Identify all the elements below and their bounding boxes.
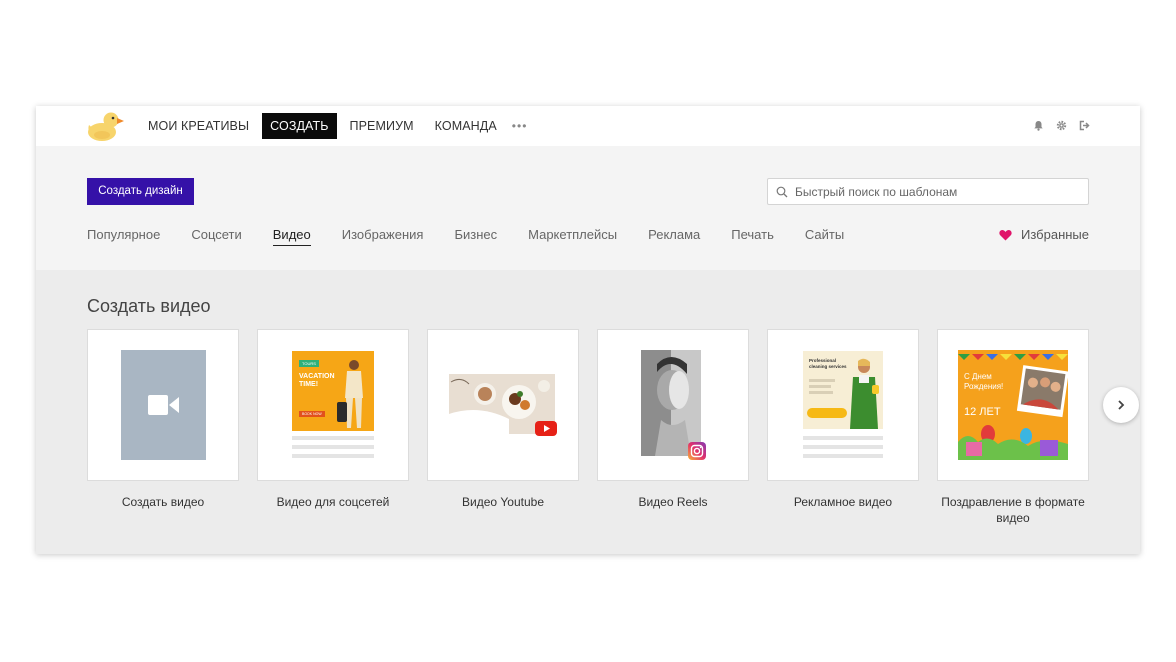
card-reels-video[interactable]: Видео Reels <box>597 329 749 510</box>
tab-print[interactable]: Печать <box>731 226 774 246</box>
create-design-button[interactable]: Создать дизайн <box>87 178 194 205</box>
category-tabs: Популярное Соцсети Видео Изображения Биз… <box>87 226 875 246</box>
preview-title-line1: С Днем <box>964 372 992 381</box>
nav-my-creatives[interactable]: МОИ КРЕАТИВЫ <box>140 113 257 139</box>
section-title: Создать видео <box>87 296 211 316</box>
video-section: Создать видео Создать видео TOURS VACATI… <box>36 270 1140 554</box>
traveler-figure <box>337 360 363 428</box>
card-thumbnail <box>87 329 239 481</box>
favorites-link[interactable]: Избранные <box>999 226 1089 244</box>
card-thumbnail <box>597 329 749 481</box>
logout-icon[interactable] <box>1079 118 1090 131</box>
card-thumbnail: С Днем Рождения! 12 ЛЕТ <box>937 329 1089 481</box>
video-placeholder <box>121 350 206 460</box>
preview-age: 12 ЛЕТ <box>964 406 1001 418</box>
tab-ads[interactable]: Реклама <box>648 226 700 246</box>
portrait-preview-image <box>641 350 701 456</box>
preview-image: С Днем Рождения! 12 ЛЕТ <box>958 350 1068 460</box>
card-youtube-video[interactable]: Видео Youtube <box>427 329 579 510</box>
tab-social[interactable]: Соцсети <box>191 226 241 246</box>
card-create-video[interactable]: Создать видео <box>87 329 239 510</box>
preview-line <box>809 379 835 382</box>
preview-headline: Professional cleaning services <box>809 358 847 369</box>
text-line <box>803 436 883 440</box>
more-menu-icon[interactable]: ••• <box>512 113 528 139</box>
search-icon <box>776 186 788 198</box>
text-line <box>292 436 374 440</box>
text-line <box>292 454 374 458</box>
card-label: Видео Youtube <box>462 495 544 509</box>
search-input[interactable] <box>795 183 1080 201</box>
cleaner-figure <box>850 358 879 429</box>
nav-create[interactable]: СОЗДАТЬ <box>262 113 337 139</box>
card-label: Поздравление в формате видео <box>941 495 1085 525</box>
main-nav: МОИ КРЕАТИВЫ СОЗДАТЬ ПРЕМИУМ КОМАНДА ••• <box>140 113 527 139</box>
card-greeting-video[interactable]: С Днем Рождения! 12 ЛЕТ Поздравление в ф… <box>937 329 1089 526</box>
tab-business[interactable]: Бизнес <box>454 226 497 246</box>
instagram-icon <box>688 442 706 460</box>
preview-line <box>809 385 831 388</box>
card-label: Видео для соцсетей <box>276 495 390 509</box>
preview-image: TOURS VACATION TIME! BOOK NOW <box>292 351 374 431</box>
carousel-next-button[interactable] <box>1103 387 1139 423</box>
card-thumbnail <box>427 329 579 481</box>
chevron-right-icon <box>1118 400 1125 410</box>
preview-button <box>807 408 847 418</box>
preview-badge: TOURS <box>299 360 319 367</box>
top-bar: МОИ КРЕАТИВЫ СОЗДАТЬ ПРЕМИУМ КОМАНДА ••• <box>36 106 1140 146</box>
card-ad-video[interactable]: Professional cleaning services Рекламное… <box>767 329 919 510</box>
bell-icon[interactable] <box>1033 118 1044 131</box>
preview-button: BOOK NOW <box>299 411 325 417</box>
video-camera-icon <box>148 395 179 415</box>
text-line <box>803 454 883 458</box>
tab-popular[interactable]: Популярное <box>87 226 160 246</box>
card-thumbnail: TOURS VACATION TIME! BOOK NOW <box>257 329 409 481</box>
youtube-icon <box>535 421 557 436</box>
tab-sites[interactable]: Сайты <box>805 226 844 246</box>
tab-video[interactable]: Видео <box>272 226 311 246</box>
heart-icon <box>999 230 1012 241</box>
card-social-video[interactable]: TOURS VACATION TIME! BOOK NOW Видео для … <box>257 329 409 510</box>
birthday-decor <box>958 354 1068 460</box>
text-line <box>803 445 883 449</box>
template-search[interactable] <box>767 178 1089 205</box>
preview-headline: VACATION TIME! <box>299 373 335 388</box>
gear-icon[interactable] <box>1056 118 1067 131</box>
nav-team[interactable]: КОМАНДА <box>427 113 505 139</box>
preview-title-line2: Рождения! <box>964 382 1004 391</box>
tab-images[interactable]: Изображения <box>342 226 424 246</box>
nav-premium[interactable]: ПРЕМИУМ <box>342 113 422 139</box>
app-window: МОИ КРЕАТИВЫ СОЗДАТЬ ПРЕМИУМ КОМАНДА •••… <box>36 106 1140 554</box>
text-line <box>292 445 374 449</box>
card-label: Создать видео <box>121 495 205 509</box>
card-label: Видео Reels <box>638 495 708 509</box>
preview-image: Professional cleaning services <box>803 351 883 429</box>
template-header: Создать дизайн Популярное Соцсети Видео … <box>36 146 1140 270</box>
top-icons <box>1033 118 1090 131</box>
tab-marketplaces[interactable]: Маркетплейсы <box>528 226 617 246</box>
favorites-label: Избранные <box>1021 227 1089 242</box>
card-label: Рекламное видео <box>793 495 893 509</box>
duck-logo-icon[interactable] <box>86 109 124 143</box>
preview-line <box>809 391 833 394</box>
card-thumbnail: Professional cleaning services <box>767 329 919 481</box>
